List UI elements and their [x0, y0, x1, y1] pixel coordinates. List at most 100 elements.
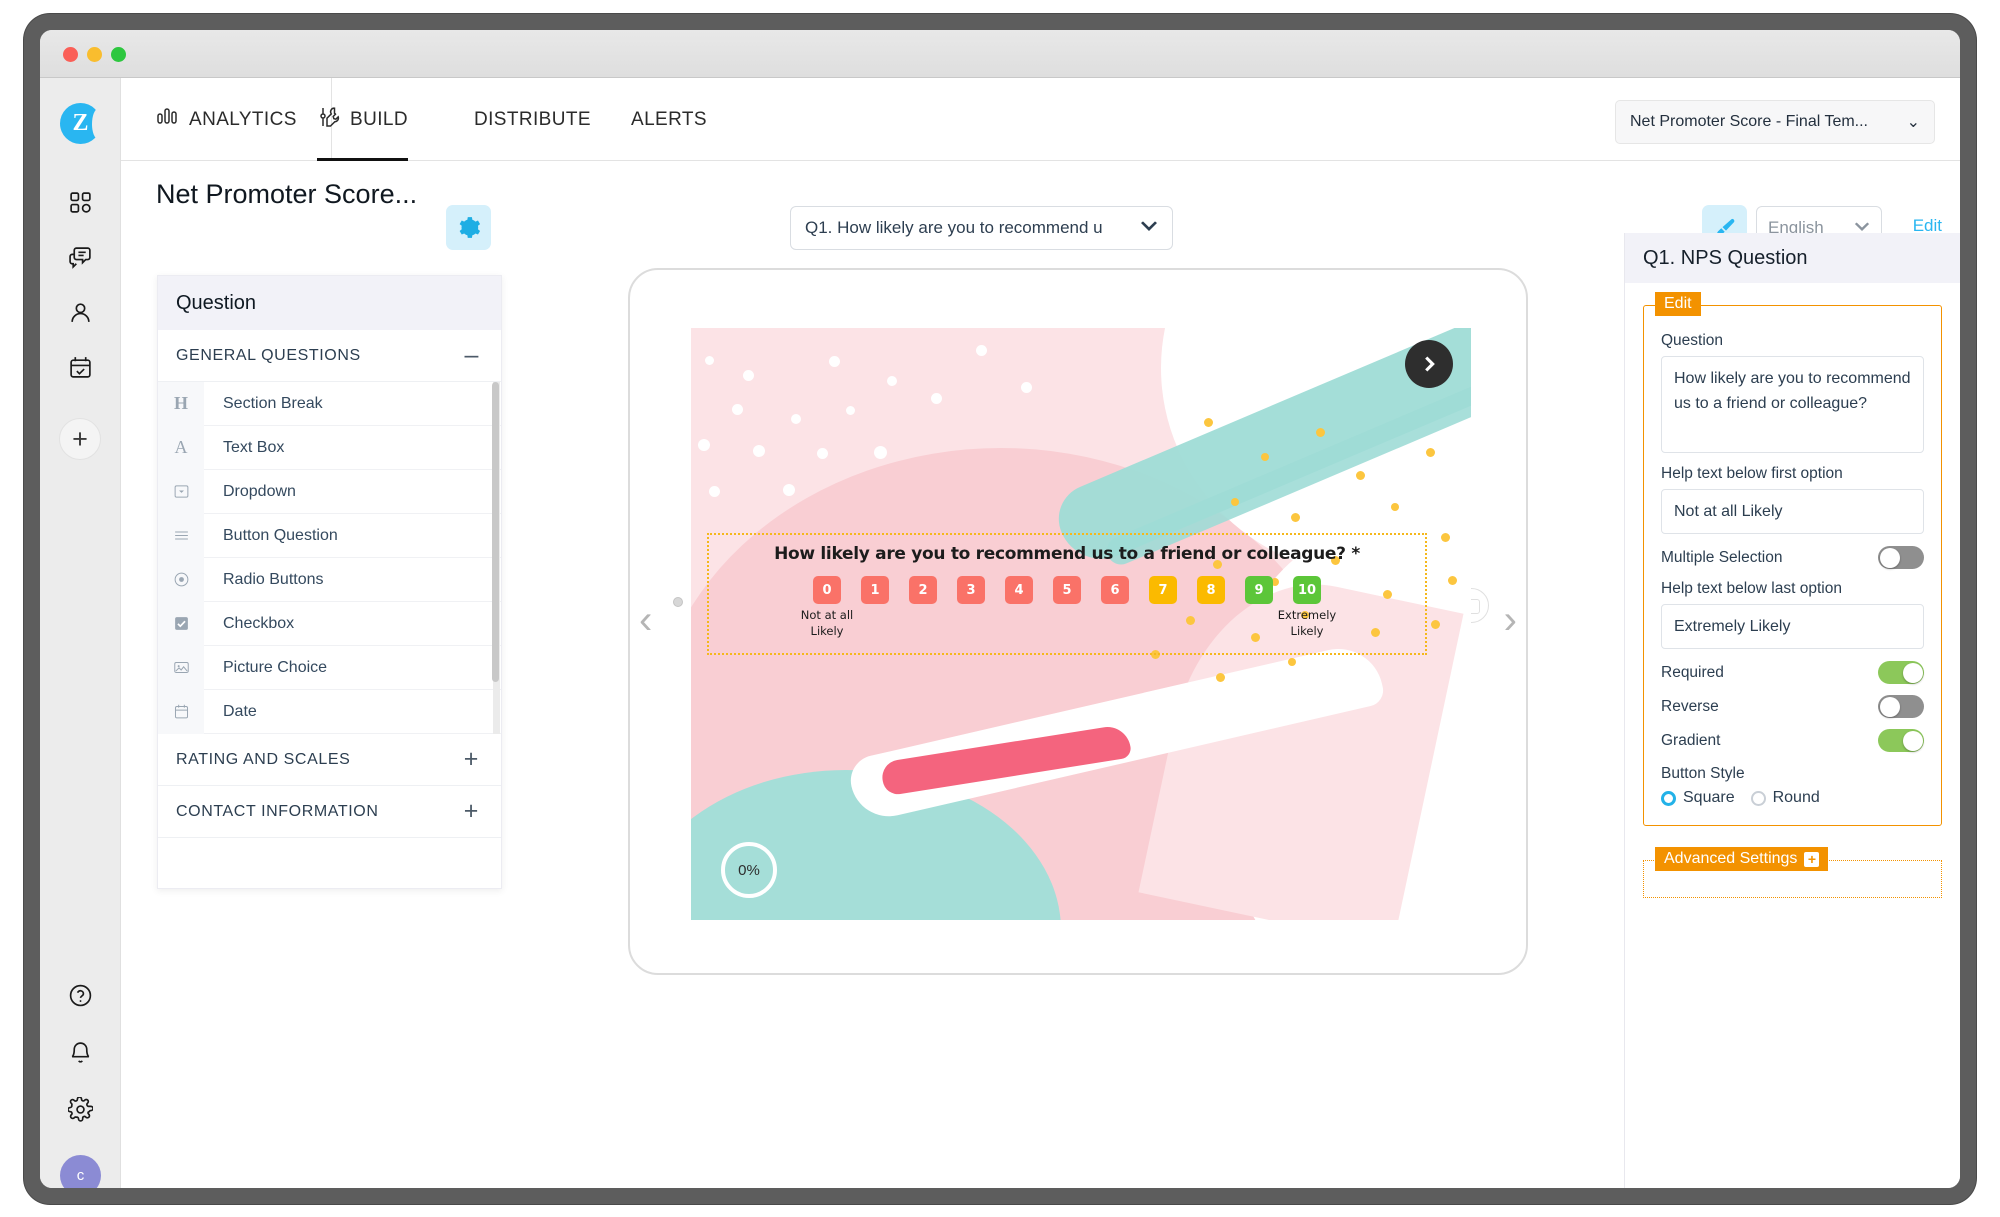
nps-option-4[interactable]: 4	[1005, 576, 1033, 604]
close-window-button[interactable]	[63, 47, 78, 62]
tab-alerts-label: ALERTS	[631, 108, 707, 130]
nps-option-0[interactable]: 0	[813, 576, 841, 604]
button-style-square[interactable]: Square	[1661, 789, 1735, 807]
preview-prev-chevron[interactable]: ‹	[639, 600, 652, 640]
nps-cell: 6	[1101, 576, 1129, 604]
gradient-label: Gradient	[1661, 731, 1721, 749]
button-style-round[interactable]: Round	[1750, 789, 1820, 807]
question-panel-header: Question	[158, 276, 501, 330]
nps-cell: 0 Not at all Likely	[801, 576, 853, 638]
preview-screen: 0% How likely are you to recommend us to…	[691, 328, 1471, 920]
nps-cell: 5	[1053, 576, 1081, 604]
reverse-toggle[interactable]	[1878, 695, 1924, 718]
required-toggle[interactable]	[1878, 661, 1924, 684]
gradient-row: Gradient	[1661, 729, 1924, 752]
list-item[interactable]: Date	[158, 689, 501, 734]
tab-alerts[interactable]: ALERTS	[631, 78, 707, 161]
accordion-rating-and-scales-label: RATING AND SCALES	[176, 750, 351, 768]
button-style-radio-group: Square Round	[1661, 789, 1924, 807]
nps-option-9[interactable]: 9	[1245, 576, 1273, 604]
question-input[interactable]: How likely are you to recommend us to a …	[1661, 356, 1924, 453]
maximize-window-button[interactable]	[111, 47, 126, 62]
brand-logo[interactable]: Z	[60, 103, 104, 144]
nps-option-8[interactable]: 8	[1197, 576, 1225, 604]
avatar[interactable]: c	[60, 1155, 101, 1188]
tab-analytics[interactable]: ANALYTICS	[156, 78, 332, 161]
button-style-square-label: Square	[1683, 789, 1735, 806]
list-item[interactable]: Checkbox	[158, 601, 501, 646]
tab-distribute[interactable]: DISTRIBUTE	[474, 78, 591, 161]
nps-cell: 2	[909, 576, 937, 604]
nps-option-10[interactable]: 10	[1293, 576, 1321, 604]
button-style-label: Button Style	[1661, 765, 1745, 782]
accordion-contact-information[interactable]: CONTACT INFORMATION +	[158, 786, 501, 838]
list-item[interactable]: A Text Box	[158, 425, 501, 470]
analytics-bars-icon	[156, 105, 180, 135]
date-icon	[158, 689, 204, 734]
picture-choice-icon	[158, 645, 204, 690]
list-item[interactable]: H Section Break	[158, 382, 501, 426]
nps-option-1[interactable]: 1	[861, 576, 889, 604]
dropdown-icon	[158, 469, 204, 514]
survey-picker-label: Net Promoter Score - Final Tem...	[1630, 113, 1868, 130]
survey-picker-dropdown[interactable]: Net Promoter Score - Final Tem... ⌄	[1615, 100, 1935, 144]
plus-icon: +	[1804, 851, 1820, 867]
calendar-check-icon[interactable]	[61, 348, 99, 386]
heading-icon: H	[158, 382, 204, 426]
nps-option-5[interactable]: 5	[1053, 576, 1081, 604]
question-type-panel: Question GENERAL QUESTIONS – H Section B…	[157, 275, 502, 889]
gradient-toggle[interactable]	[1878, 729, 1924, 752]
preview-next-button[interactable]	[1405, 340, 1453, 388]
help-icon[interactable]	[61, 976, 99, 1014]
list-item[interactable]: Button Question	[158, 513, 501, 558]
nps-cell: 4	[1005, 576, 1033, 604]
button-style-round-label: Round	[1772, 789, 1820, 806]
list-item-label: Picture Choice	[223, 658, 328, 676]
help-first-input[interactable]: Not at all Likely	[1661, 489, 1924, 534]
accordion-general-questions[interactable]: GENERAL QUESTIONS –	[158, 330, 501, 382]
ranking-icon	[158, 733, 204, 734]
list-item[interactable]: Picture Choice	[158, 645, 501, 690]
multiple-selection-row: Multiple Selection	[1661, 546, 1924, 569]
nps-question-widget[interactable]: How likely are you to recommend us to a …	[707, 533, 1427, 655]
nps-last-help-text: Extremely Likely	[1277, 608, 1337, 638]
nps-cell: 3	[957, 576, 985, 604]
list-item-label: Button Question	[223, 526, 338, 544]
tab-distribute-label: DISTRIBUTE	[474, 108, 591, 130]
list-item[interactable]: Dropdown	[158, 469, 501, 514]
nps-cell: 10 Extremely Likely	[1278, 576, 1336, 638]
nps-option-3[interactable]: 3	[957, 576, 985, 604]
nps-option-2[interactable]: 2	[909, 576, 937, 604]
question-list-scrollbar[interactable]	[492, 382, 500, 734]
reverse-row: Reverse	[1661, 695, 1924, 718]
progress-indicator: 0%	[721, 842, 777, 898]
text-box-icon: A	[158, 425, 204, 470]
multiple-selection-toggle[interactable]	[1878, 546, 1924, 569]
question-select-dropdown[interactable]: Q1. How likely are you to recommend u	[790, 206, 1173, 250]
survey-settings-button[interactable]	[446, 205, 491, 250]
nps-option-7[interactable]: 7	[1149, 576, 1177, 604]
user-icon[interactable]	[61, 293, 99, 331]
nps-first-help-text: Not at all Likely	[800, 608, 854, 638]
survey-preview-tablet: ‹ › 0% How likely are you to recommend u…	[628, 268, 1528, 975]
add-button[interactable]: +	[59, 418, 101, 460]
list-item[interactable]: Radio Buttons	[158, 557, 501, 602]
help-last-input[interactable]: Extremely Likely	[1661, 604, 1924, 649]
nps-option-6[interactable]: 6	[1101, 576, 1129, 604]
plus-icon: +	[463, 797, 479, 825]
chat-icon[interactable]	[61, 238, 99, 276]
question-type-list[interactable]: H Section Break A Text Box Dropdown Butt…	[158, 382, 501, 734]
advanced-settings-button[interactable]: Advanced Settings +	[1655, 847, 1829, 871]
minimize-window-button[interactable]	[87, 47, 102, 62]
accordion-rating-and-scales[interactable]: RATING AND SCALES +	[158, 734, 501, 786]
advanced-settings-label: Advanced Settings	[1664, 850, 1798, 867]
preview-next-chevron[interactable]: ›	[1504, 600, 1517, 640]
bell-icon[interactable]	[61, 1033, 99, 1071]
gear-icon[interactable]	[61, 1090, 99, 1128]
list-item-label: Section Break	[223, 394, 323, 412]
edit-legend[interactable]: Edit	[1655, 292, 1701, 316]
tab-build[interactable]: BUILD	[317, 78, 408, 161]
apps-grid-icon[interactable]	[61, 183, 99, 221]
required-row: Required	[1661, 661, 1924, 684]
scrollbar-thumb[interactable]	[492, 382, 499, 682]
